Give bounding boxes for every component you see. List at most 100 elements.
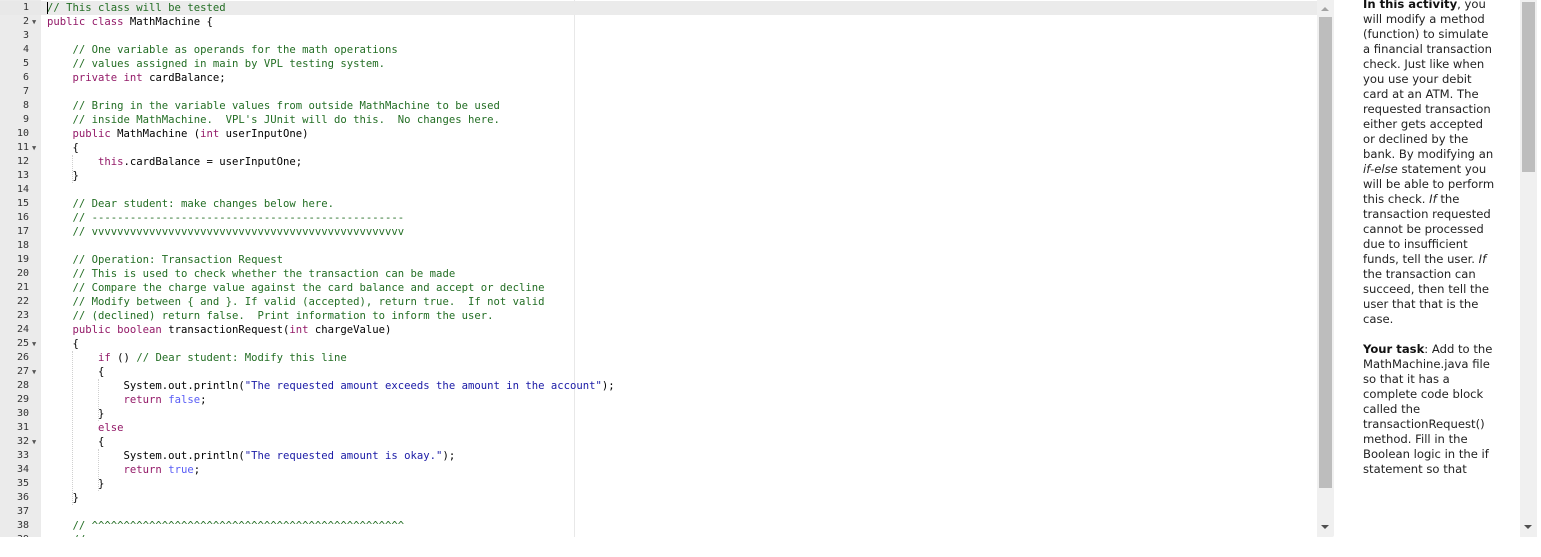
code-token-keyword: int xyxy=(200,128,220,140)
code-line[interactable]: 31 else xyxy=(0,421,1318,435)
code-text: System.out.println("The requested amount… xyxy=(47,449,456,463)
code-token-plain: { xyxy=(47,142,79,154)
code-token-plain: { xyxy=(47,366,105,378)
code-line[interactable]: 35 } xyxy=(0,477,1318,491)
code-line[interactable]: 17 // vvvvvvvvvvvvvvvvvvvvvvvvvvvvvvvvvv… xyxy=(0,225,1318,239)
code-text: public boolean transactionRequest(int ch… xyxy=(47,323,392,337)
code-editor[interactable]: 1// This class will be tested 2 ▼ public cl… xyxy=(0,0,1334,537)
line-highlight xyxy=(41,393,1318,407)
fold-toggle-icon[interactable]: ▼ xyxy=(32,337,36,351)
code-line[interactable]: 29 return false; xyxy=(0,393,1318,407)
code-line[interactable]: 32 ▼ { xyxy=(0,435,1318,449)
code-line[interactable]: 15 // Dear student: make changes below h… xyxy=(0,197,1318,211)
line-number: 8 xyxy=(22,100,29,111)
description-text: : Add to the MathMachine.java file so th… xyxy=(1363,342,1493,476)
code-token-comment: // -------------------------------------… xyxy=(72,212,405,224)
description-bold-text: In this activity xyxy=(1363,0,1458,11)
code-line[interactable]: 4 // One variable as operands for the ma… xyxy=(0,43,1318,57)
code-line[interactable]: 21 // Compare the charge value against t… xyxy=(0,281,1318,295)
code-line[interactable]: 34 return true; xyxy=(0,463,1318,477)
line-number: 14 xyxy=(16,184,29,195)
line-number: 6 xyxy=(22,72,29,83)
editor-scrollbar[interactable] xyxy=(1317,0,1334,537)
code-line[interactable]: 12 this.cardBalance = userInputOne; xyxy=(0,155,1318,169)
code-line[interactable]: 1 // This class will be tested xyxy=(0,1,1318,15)
code-line[interactable]: 39 // xyxy=(0,533,1318,537)
code-line[interactable]: 37 xyxy=(0,505,1318,519)
code-text: // values assigned in main by VPL testin… xyxy=(47,57,386,71)
code-text: } xyxy=(47,491,79,505)
code-token-comment: // This class will be tested xyxy=(47,2,226,14)
code-line[interactable]: 27 ▼ { xyxy=(0,365,1318,379)
fold-toggle-icon[interactable]: ▼ xyxy=(32,365,36,379)
scroll-up-arrow-icon[interactable] xyxy=(1321,7,1329,11)
line-highlight xyxy=(41,29,1318,43)
code-line[interactable]: 9 // inside MathMachine. VPL's JUnit wil… xyxy=(0,113,1318,127)
indent-guide xyxy=(72,351,74,505)
editor-scrollbar-thumb[interactable] xyxy=(1319,17,1332,488)
code-line[interactable]: 23 // (declined) return false. Print inf… xyxy=(0,309,1318,323)
scroll-down-arrow-icon[interactable] xyxy=(1321,525,1329,529)
code-line[interactable]: 30 } xyxy=(0,407,1318,421)
code-token-plain: } xyxy=(47,408,105,420)
code-line[interactable]: 8 // Bring in the variable values from o… xyxy=(0,99,1318,113)
line-number: 39 xyxy=(0,533,29,537)
code-token-keyword: return xyxy=(123,394,162,406)
line-number: 11 xyxy=(16,142,29,153)
code-line[interactable]: 14 xyxy=(0,183,1318,197)
code-line[interactable]: 18 xyxy=(0,239,1318,253)
line-number: 15 xyxy=(16,198,29,209)
description-scrollbar[interactable] xyxy=(1520,0,1537,537)
code-line[interactable]: 16 // ----------------------------------… xyxy=(0,211,1318,225)
line-highlight xyxy=(41,183,1318,197)
line-number: 19 xyxy=(16,254,29,265)
fold-toggle-icon[interactable]: ▼ xyxy=(32,435,36,449)
code-line[interactable]: 20 // This is used to check whether the … xyxy=(0,267,1318,281)
code-line[interactable]: 3 xyxy=(0,29,1318,43)
indent-guide xyxy=(97,449,99,491)
code-text: } xyxy=(47,407,104,421)
code-text: { xyxy=(47,365,104,379)
code-line[interactable]: 26 if () // Dear student: Modify this li… xyxy=(0,351,1318,365)
line-highlight xyxy=(41,337,1318,351)
code-line[interactable]: 7 xyxy=(0,85,1318,99)
code-line[interactable]: 25 ▼ { xyxy=(0,337,1318,351)
text-cursor xyxy=(47,2,48,14)
code-text: // Operation: Transaction Request xyxy=(47,253,283,267)
code-line[interactable]: 24 public boolean transactionRequest(int… xyxy=(0,323,1318,337)
code-line[interactable]: 5 // values assigned in main by VPL test… xyxy=(0,57,1318,71)
code-text: { xyxy=(47,337,79,351)
code-line[interactable]: 38 // ^^^^^^^^^^^^^^^^^^^^^^^^^^^^^^^^^^… xyxy=(0,519,1318,533)
code-text: public class MathMachine { xyxy=(47,15,213,29)
code-token-plain: cardBalance; xyxy=(142,72,226,84)
line-highlight xyxy=(41,1,1318,15)
code-token-plain: userInputOne) xyxy=(219,128,309,140)
fold-toggle-icon[interactable]: ▼ xyxy=(32,141,36,155)
code-area[interactable]: 1// This class will be tested 2 ▼ public cl… xyxy=(0,0,1318,537)
code-line[interactable]: 2 ▼ public class MathMachine { xyxy=(0,15,1318,29)
code-token-plain: { xyxy=(47,436,105,448)
description-scroll-down-arrow-icon[interactable] xyxy=(1524,525,1532,529)
code-text: // vvvvvvvvvvvvvvvvvvvvvvvvvvvvvvvvvvvvv… xyxy=(47,225,405,239)
code-text: // Modify between { and }. If valid (acc… xyxy=(47,295,545,309)
description-scrollbar-thumb[interactable] xyxy=(1522,2,1535,172)
code-line[interactable]: 36 } xyxy=(0,491,1318,505)
code-line[interactable]: 22 // Modify between { and }. If valid (… xyxy=(0,295,1318,309)
code-line[interactable]: 6 private int cardBalance; xyxy=(0,71,1318,85)
code-line[interactable]: 10 public MathMachine (int userInputOne) xyxy=(0,127,1318,141)
line-number: 33 xyxy=(16,450,29,461)
code-line[interactable]: 13 } xyxy=(0,169,1318,183)
fold-toggle-icon[interactable]: ▼ xyxy=(32,15,36,29)
code-line[interactable]: 28 System.out.println("The requested amo… xyxy=(0,379,1318,393)
line-number: 7 xyxy=(22,86,29,97)
code-token-const: false xyxy=(168,394,201,406)
code-line[interactable]: 33 System.out.println("The requested amo… xyxy=(0,449,1318,463)
code-text: { xyxy=(47,435,104,449)
code-line[interactable]: 19 // Operation: Transaction Request xyxy=(0,253,1318,267)
code-line[interactable]: 11 ▼ { xyxy=(0,141,1318,155)
